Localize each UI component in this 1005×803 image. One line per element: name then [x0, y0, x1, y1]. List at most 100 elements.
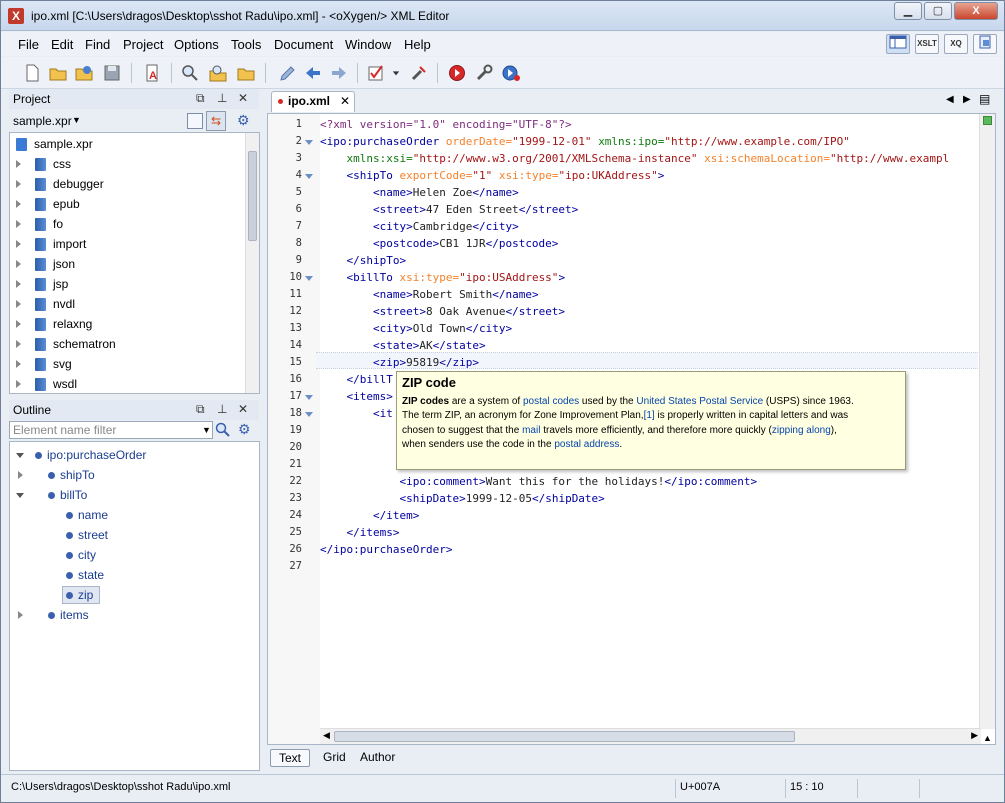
code-line[interactable]: <?xml version="1.0" encoding="UTF-8"?>	[320, 116, 572, 133]
search-icon[interactable]	[215, 422, 231, 438]
menu-project[interactable]: Project	[123, 37, 163, 52]
tab-author[interactable]: Author	[352, 749, 403, 767]
panel-pin-icon[interactable]: ⊥	[217, 91, 227, 105]
fold-toggle-icon[interactable]	[305, 174, 313, 179]
project-scrollbar[interactable]	[245, 133, 259, 393]
fold-toggle-icon[interactable]	[305, 412, 313, 417]
maximize-button[interactable]: ▢	[924, 2, 952, 20]
scroll-tabs-left-icon[interactable]: ◀	[946, 94, 954, 105]
editor-vertical-scrollbar[interactable]: ▲	[979, 114, 995, 743]
apply-transformation-icon[interactable]	[446, 62, 468, 84]
outline-node-ipo-purchaseOrder[interactable]: ipo:purchaseOrder	[14, 445, 254, 465]
panel-close-icon[interactable]: ✕	[238, 91, 248, 105]
code-line[interactable]: <city>Old Town</city>	[320, 320, 512, 337]
expand-arrow-icon[interactable]	[16, 240, 21, 248]
outline-node-state[interactable]: state	[14, 565, 254, 585]
expand-arrow-icon[interactable]	[16, 380, 21, 388]
tab-ipo-xml[interactable]: ipo.xml ✕	[271, 91, 355, 112]
xquery-debugger-perspective-button[interactable]: XQ	[944, 34, 968, 54]
code-line[interactable]: </items>	[320, 524, 400, 541]
chevron-down-icon[interactable]: ▼	[72, 115, 81, 125]
outline-node-name[interactable]: name	[14, 505, 254, 525]
link-with-editor-icon[interactable]: ⇆	[206, 111, 226, 131]
scroll-tabs-right-icon[interactable]: ▶	[963, 94, 971, 105]
tab-grid[interactable]: Grid	[315, 749, 354, 767]
new-from-template-icon[interactable]: A	[141, 62, 163, 84]
code-line[interactable]: <shipTo exportCode="1" xsi:type="ipo:UKA…	[320, 167, 665, 184]
save-icon[interactable]	[101, 62, 123, 84]
code-line[interactable]: <state>AK</state>	[320, 337, 486, 354]
open-url-icon[interactable]	[73, 62, 95, 84]
scroll-left-icon[interactable]: ◀	[323, 730, 330, 741]
configure-validation-icon[interactable]	[408, 62, 430, 84]
code-line[interactable]: xmlns:xsi="http://www.w3.org/2001/XMLSch…	[320, 150, 950, 167]
validate-icon[interactable]	[365, 62, 387, 84]
editor-perspective-icon[interactable]	[886, 34, 910, 54]
menu-window[interactable]: Window	[345, 37, 391, 52]
open-folder-icon[interactable]	[235, 62, 257, 84]
project-file-selector[interactable]: sample.xpr	[13, 114, 72, 128]
code-line[interactable]: </item>	[320, 507, 419, 524]
expand-arrow-icon[interactable]	[18, 611, 23, 619]
expand-arrow-icon[interactable]	[16, 180, 21, 188]
expand-arrow-icon[interactable]	[16, 320, 21, 328]
tab-close-icon[interactable]: ✕	[340, 92, 350, 111]
code-line[interactable]: </shipTo>	[320, 252, 407, 269]
outline-node-shipTo[interactable]: shipTo	[14, 465, 254, 485]
go-to-last-modification-icon[interactable]	[275, 62, 297, 84]
menu-help[interactable]: Help	[404, 37, 431, 52]
gear-icon[interactable]: ⚙	[237, 112, 250, 129]
expand-arrow-icon[interactable]	[16, 360, 21, 368]
tab-text[interactable]: Text	[270, 749, 311, 767]
expand-arrow-icon[interactable]	[16, 220, 21, 228]
code-line[interactable]: <zip>95819</zip>	[320, 354, 479, 371]
mail-link[interactable]: mail	[522, 425, 540, 436]
code-line[interactable]: <city>Cambridge</city>	[320, 218, 519, 235]
usps-link[interactable]: United States Postal Service	[636, 396, 763, 407]
validate-dropdown-icon[interactable]	[389, 62, 403, 84]
xslt-debugger-perspective-button[interactable]: XSLT	[915, 34, 939, 54]
code-line[interactable]: <ipo:purchaseOrder orderDate="1999-12-01…	[320, 133, 850, 150]
postal-codes-link[interactable]: postal codes	[523, 396, 579, 407]
postal-address-link[interactable]: postal address	[554, 439, 619, 450]
editor-horizontal-scrollbar[interactable]: ◀ ▶	[320, 728, 981, 744]
fold-toggle-icon[interactable]	[305, 276, 313, 281]
menu-tools[interactable]: Tools	[231, 37, 261, 52]
code-line[interactable]: <ipo:comment>Want this for the holidays!…	[320, 473, 757, 490]
element-name-filter-input[interactable]: Element name filter	[9, 421, 213, 439]
forward-arrow-icon[interactable]	[328, 62, 350, 84]
find-icon[interactable]	[179, 62, 201, 84]
expand-arrow-icon[interactable]	[16, 200, 21, 208]
menu-document[interactable]: Document	[274, 37, 333, 52]
code-line[interactable]: <items>	[320, 388, 393, 405]
expand-arrow-icon[interactable]	[16, 160, 21, 168]
outline-node-street[interactable]: street	[14, 525, 254, 545]
expand-arrow-icon[interactable]	[16, 280, 21, 288]
outline-node-city[interactable]: city	[14, 545, 254, 565]
code-line[interactable]: <street>8 Oak Avenue</street>	[320, 303, 565, 320]
code-line[interactable]: <shipDate>1999-12-05</shipDate>	[320, 490, 604, 507]
code-line[interactable]: <postcode>CB1 1JR</postcode>	[320, 235, 558, 252]
zipping-along-link[interactable]: zipping along	[772, 425, 831, 436]
collapse-all-icon[interactable]	[187, 113, 203, 129]
menu-file[interactable]: File	[18, 37, 39, 52]
menu-find[interactable]: Find	[85, 37, 110, 52]
scroll-right-icon[interactable]: ▶	[971, 730, 978, 741]
fold-toggle-icon[interactable]	[305, 395, 313, 400]
outline-node-items[interactable]: items	[14, 605, 254, 625]
code-line[interactable]: <street>47 Eden Street</street>	[320, 201, 578, 218]
minimize-button[interactable]: ▁	[894, 2, 922, 20]
expand-arrow-icon[interactable]	[16, 300, 21, 308]
expand-arrow-icon[interactable]	[18, 471, 23, 479]
gear-icon[interactable]: ⚙	[238, 421, 251, 438]
code-line[interactable]: </ipo:purchaseOrder>	[320, 541, 452, 558]
fold-toggle-icon[interactable]	[305, 140, 313, 145]
code-line[interactable]: </billT	[320, 371, 393, 388]
outline-node-billTo[interactable]: billTo	[14, 485, 254, 505]
menu-options[interactable]: Options	[174, 37, 219, 52]
code-line[interactable]: <billTo xsi:type="ipo:USAddress">	[320, 269, 566, 286]
panel-close-icon[interactable]: ✕	[238, 402, 248, 416]
chevron-down-icon[interactable]: ▼	[202, 425, 211, 435]
close-button[interactable]: X	[954, 2, 998, 20]
collapse-arrow-icon[interactable]	[16, 453, 24, 458]
